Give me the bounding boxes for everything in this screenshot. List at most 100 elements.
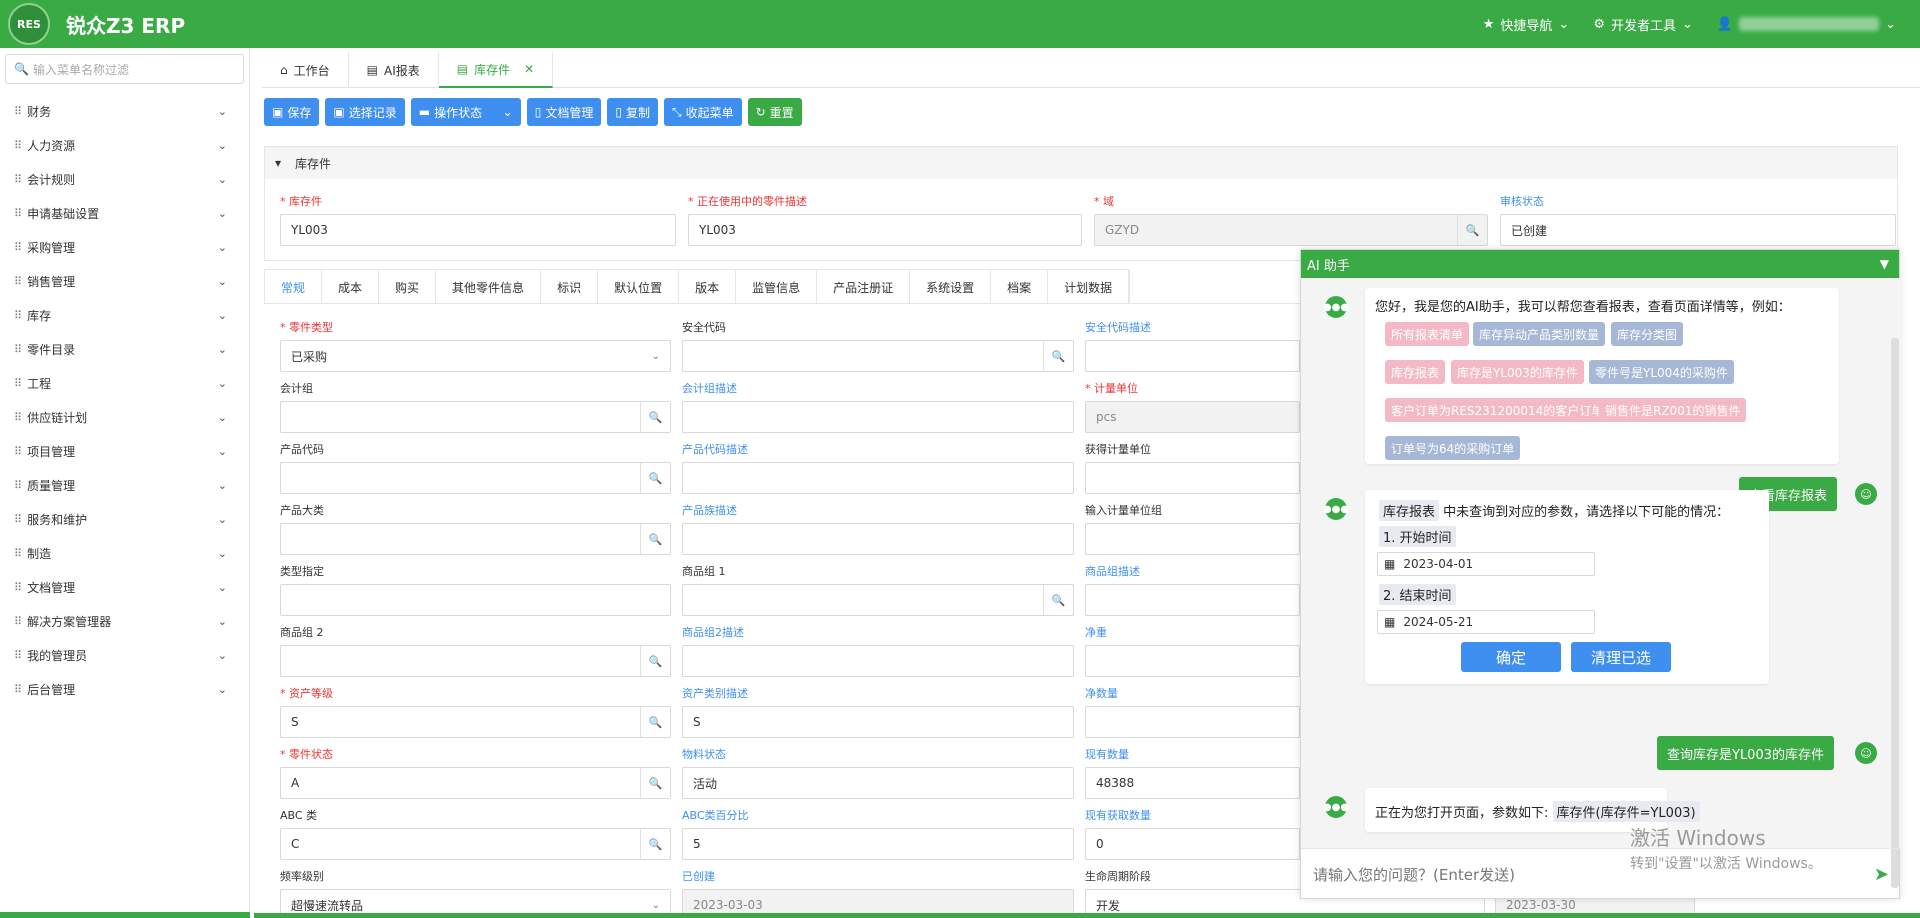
detail-tab[interactable]: 默认位置: [598, 270, 680, 304]
onhand-input[interactable]: 48388: [1085, 767, 1300, 799]
commodity2-input[interactable]: 🔍: [280, 645, 671, 677]
sidebar-item[interactable]: ⠿ 采购管理 ⌄: [0, 230, 249, 264]
operation-status-button[interactable]: ▬ 操作状态 ⌄: [410, 98, 521, 126]
sidebar-item[interactable]: ⠿ 我的管理员 ⌄: [0, 638, 249, 672]
chip-inventory-yl003[interactable]: 库存是YL003的库存件: [1451, 360, 1584, 384]
search-icon[interactable]: 🔍: [640, 829, 670, 859]
detail-tab[interactable]: 系统设置: [910, 270, 992, 304]
reset-button[interactable]: ↻ 重置: [747, 98, 802, 126]
commodity2-desc-input[interactable]: [682, 645, 1074, 677]
sidebar-item[interactable]: ⠿ 会计规则 ⌄: [0, 162, 249, 196]
end-date-input[interactable]: ▦ 2024-05-21: [1377, 610, 1595, 634]
product-code-desc-input[interactable]: [682, 462, 1074, 494]
chip-inventory-category[interactable]: 库存分类图: [1611, 322, 1684, 346]
sidebar-item[interactable]: ⠿ 申请基础设置 ⌄: [0, 196, 249, 230]
sidebar-item[interactable]: ⠿ 项目管理 ⌄: [0, 434, 249, 468]
desc-input[interactable]: YL003: [688, 214, 1082, 246]
acct-group-desc-input[interactable]: [682, 401, 1074, 433]
sidebar-item[interactable]: ⠿ 供应链计划 ⌄: [0, 400, 249, 434]
chip-customer-order[interactable]: 客户订单为RES231200014的客户订单: [1385, 398, 1610, 422]
commodity1-input[interactable]: 🔍: [682, 584, 1074, 616]
save-button[interactable]: ▣ 保存: [264, 98, 320, 126]
product-family-input[interactable]: 🔍: [280, 523, 671, 555]
search-icon[interactable]: 🔍: [640, 768, 670, 798]
send-icon[interactable]: ➤: [1874, 864, 1889, 885]
chip-purchase-yl004[interactable]: 零件号是YL004的采购件: [1589, 360, 1734, 384]
search-icon[interactable]: 🔍: [640, 402, 670, 432]
chip-sales-rz001[interactable]: 销售件是RZ001的销售件: [1599, 398, 1747, 422]
part-input[interactable]: YL003: [280, 214, 676, 246]
input-uom-group-input[interactable]: [1085, 523, 1300, 555]
clear-selected-button[interactable]: 清理已选: [1571, 642, 1671, 672]
type-spec-input[interactable]: [280, 584, 671, 616]
chip-po-64[interactable]: 订单号为64的采购订单: [1385, 436, 1521, 460]
sidebar-item[interactable]: ⠿ 销售管理 ⌄: [0, 264, 249, 298]
detail-tab[interactable]: 监管信息: [736, 270, 818, 304]
chip-inventory-report[interactable]: 库存报表: [1385, 360, 1446, 384]
material-status-input[interactable]: 活动: [682, 767, 1074, 799]
product-family-desc-input[interactable]: [682, 523, 1074, 555]
chat-scrollbar[interactable]: [1891, 338, 1899, 888]
chip-inventory-change[interactable]: 库存异动产品类别数量: [1473, 322, 1606, 346]
abc-pct-input[interactable]: 5: [682, 828, 1074, 860]
search-icon[interactable]: 🔍: [640, 463, 670, 493]
sidebar-item[interactable]: ⠿ 工程 ⌄: [0, 366, 249, 400]
safety-code-input[interactable]: 🔍: [682, 340, 1074, 372]
doc-management-button[interactable]: ▯ 文档管理: [526, 98, 602, 126]
search-icon[interactable]: 🔍: [640, 646, 670, 676]
detail-tab[interactable]: 其他零件信息: [436, 270, 542, 304]
caret-down-icon[interactable]: ▼: [1880, 257, 1889, 271]
onhand-get-input[interactable]: 0: [1085, 828, 1300, 860]
safety-desc-input[interactable]: [1085, 340, 1300, 372]
sidebar-item[interactable]: ⠿ 文档管理 ⌄: [0, 570, 249, 604]
abc-input[interactable]: C 🔍: [280, 828, 671, 860]
detail-tab[interactable]: 成本: [322, 270, 380, 304]
product-code-input[interactable]: 🔍: [280, 462, 671, 494]
detail-tab[interactable]: 产品注册证: [817, 270, 911, 304]
net-weight-input[interactable]: [1085, 645, 1300, 677]
detail-tab[interactable]: 计划数据: [1048, 270, 1130, 304]
acct-group-input[interactable]: 🔍: [280, 401, 671, 433]
sidebar-item[interactable]: ⠿ 财务 ⌄: [0, 94, 249, 128]
tab-workbench[interactable]: ⌂ 工作台: [262, 52, 349, 88]
sidebar-item[interactable]: ⠿ 库存 ⌄: [0, 298, 249, 332]
panel-header[interactable]: ▾ 库存件: [265, 147, 1897, 179]
part-type-select[interactable]: 已采购 ⌄: [280, 340, 671, 372]
select-record-button[interactable]: ▣ 选择记录: [325, 98, 405, 126]
chip-all-reports[interactable]: 所有报表清单: [1385, 322, 1470, 346]
tab-inventory-part[interactable]: ▤ 库存件 ✕: [438, 52, 554, 88]
sidebar-item[interactable]: ⠿ 解决方案管理器 ⌄: [0, 604, 249, 638]
search-icon[interactable]: 🔍: [1457, 215, 1487, 245]
collapse-menu-button[interactable]: ⤡ 收起菜单: [663, 98, 742, 126]
sidebar-item[interactable]: ⠿ 人力资源 ⌄: [0, 128, 249, 162]
menu-search-input[interactable]: 🔍 输入菜单名称过滤: [5, 54, 244, 84]
dev-tools-menu[interactable]: ⚙ 开发者工具 ⌄: [1593, 15, 1693, 34]
user-menu[interactable]: 👤 ⌄: [1717, 17, 1896, 32]
search-icon[interactable]: 🔍: [640, 707, 670, 737]
detail-tab[interactable]: 档案: [991, 270, 1049, 304]
opening-tag[interactable]: 库存件(库存件=YL003): [1552, 801, 1700, 822]
copy-button[interactable]: ▯ 复制: [607, 98, 658, 126]
commodity-group-desc-input[interactable]: [1085, 584, 1300, 616]
sidebar-item[interactable]: ⠿ 服务和维护 ⌄: [0, 502, 249, 536]
start-date-input[interactable]: ▦ 2023-04-01: [1377, 552, 1595, 576]
net-qty-input[interactable]: [1085, 706, 1300, 738]
asset-class-input[interactable]: S 🔍: [280, 706, 671, 738]
detail-tab[interactable]: 标识: [541, 270, 599, 304]
tab-ai-report[interactable]: ▤ AI报表: [349, 52, 439, 88]
sidebar-item[interactable]: ⠿ 制造 ⌄: [0, 536, 249, 570]
close-icon[interactable]: ✕: [524, 62, 534, 76]
quick-nav-menu[interactable]: ★ 快捷导航 ⌄: [1483, 15, 1570, 34]
part-status-input[interactable]: A 🔍: [280, 767, 671, 799]
sidebar-item[interactable]: ⠿ 零件目录 ⌄: [0, 332, 249, 366]
search-icon[interactable]: 🔍: [640, 524, 670, 554]
search-icon[interactable]: 🔍: [1043, 585, 1073, 615]
get-uom-input[interactable]: [1085, 462, 1300, 494]
detail-tab[interactable]: 版本: [679, 270, 737, 304]
confirm-button[interactable]: 确定: [1461, 642, 1561, 672]
sidebar-item[interactable]: ⠿ 后台管理 ⌄: [0, 672, 249, 706]
asset-class-desc-input[interactable]: S: [682, 706, 1074, 738]
search-icon[interactable]: 🔍: [1043, 341, 1073, 371]
sidebar-item[interactable]: ⠿ 质量管理 ⌄: [0, 468, 249, 502]
detail-tab[interactable]: 常规: [265, 270, 323, 304]
